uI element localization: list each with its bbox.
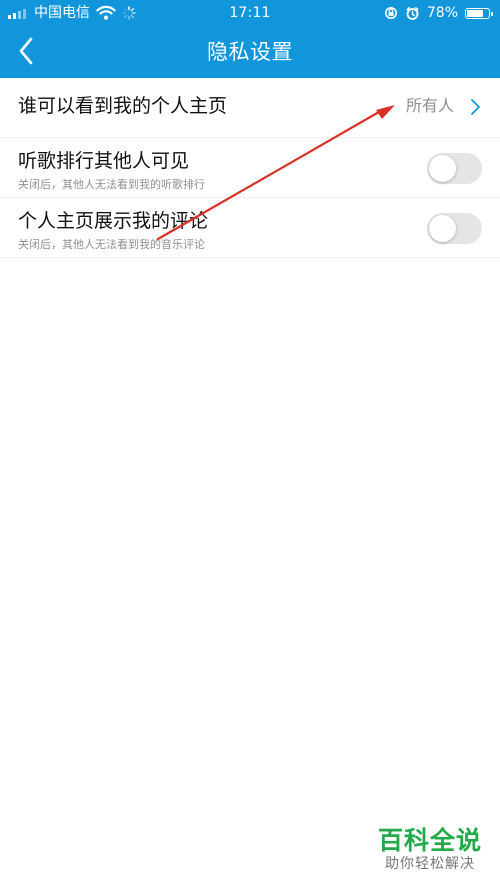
- profile-visibility-value: 所有人: [405, 96, 454, 115]
- privacy-settings-list: 谁可以看到我的个人主页 所有人 听歌排行其他人可见 关闭后，其他人无法看到我的听…: [0, 78, 500, 258]
- profile-visibility-label: 谁可以看到我的个人主页: [18, 95, 228, 117]
- status-right: 78%: [384, 0, 493, 26]
- navigation-bar: 隐私设置: [0, 26, 500, 78]
- watermark-title: 百科全说: [377, 826, 482, 855]
- comments-visibility-toggle[interactable]: [427, 213, 482, 244]
- toggle-knob: [429, 155, 456, 182]
- toggle-knob: [429, 215, 456, 242]
- comments-visibility-label: 个人主页展示我的评论: [18, 210, 209, 232]
- top-header: 中国电信 17:11 78% 隐私设置: [0, 0, 500, 78]
- watermark: 百科全说 助你轻松解决: [375, 826, 485, 873]
- alarm-icon: [406, 6, 419, 20]
- ranking-visibility-description: 关闭后，其他人无法看到我的听歌排行: [18, 178, 205, 191]
- status-bar: 中国电信 17:11 78%: [0, 0, 500, 26]
- ranking-visibility-label: 听歌排行其他人可见: [18, 150, 190, 172]
- comments-visibility-description: 关闭后，其他人无法看到我的音乐评论: [18, 238, 205, 251]
- orientation-lock-icon: [384, 7, 397, 19]
- page-title: 隐私设置: [207, 40, 293, 64]
- ranking-visibility-row: 听歌排行其他人可见 关闭后，其他人无法看到我的听歌排行: [0, 138, 500, 198]
- profile-visibility-row[interactable]: 谁可以看到我的个人主页 所有人: [0, 78, 500, 138]
- chevron-right-icon: [471, 99, 480, 115]
- watermark-subtitle: 助你轻松解决: [385, 856, 475, 872]
- battery-icon: [465, 7, 493, 19]
- ranking-visibility-toggle[interactable]: [427, 153, 482, 184]
- battery-percent: 78%: [426, 5, 458, 21]
- comments-visibility-row: 个人主页展示我的评论 关闭后，其他人无法看到我的音乐评论: [0, 198, 500, 258]
